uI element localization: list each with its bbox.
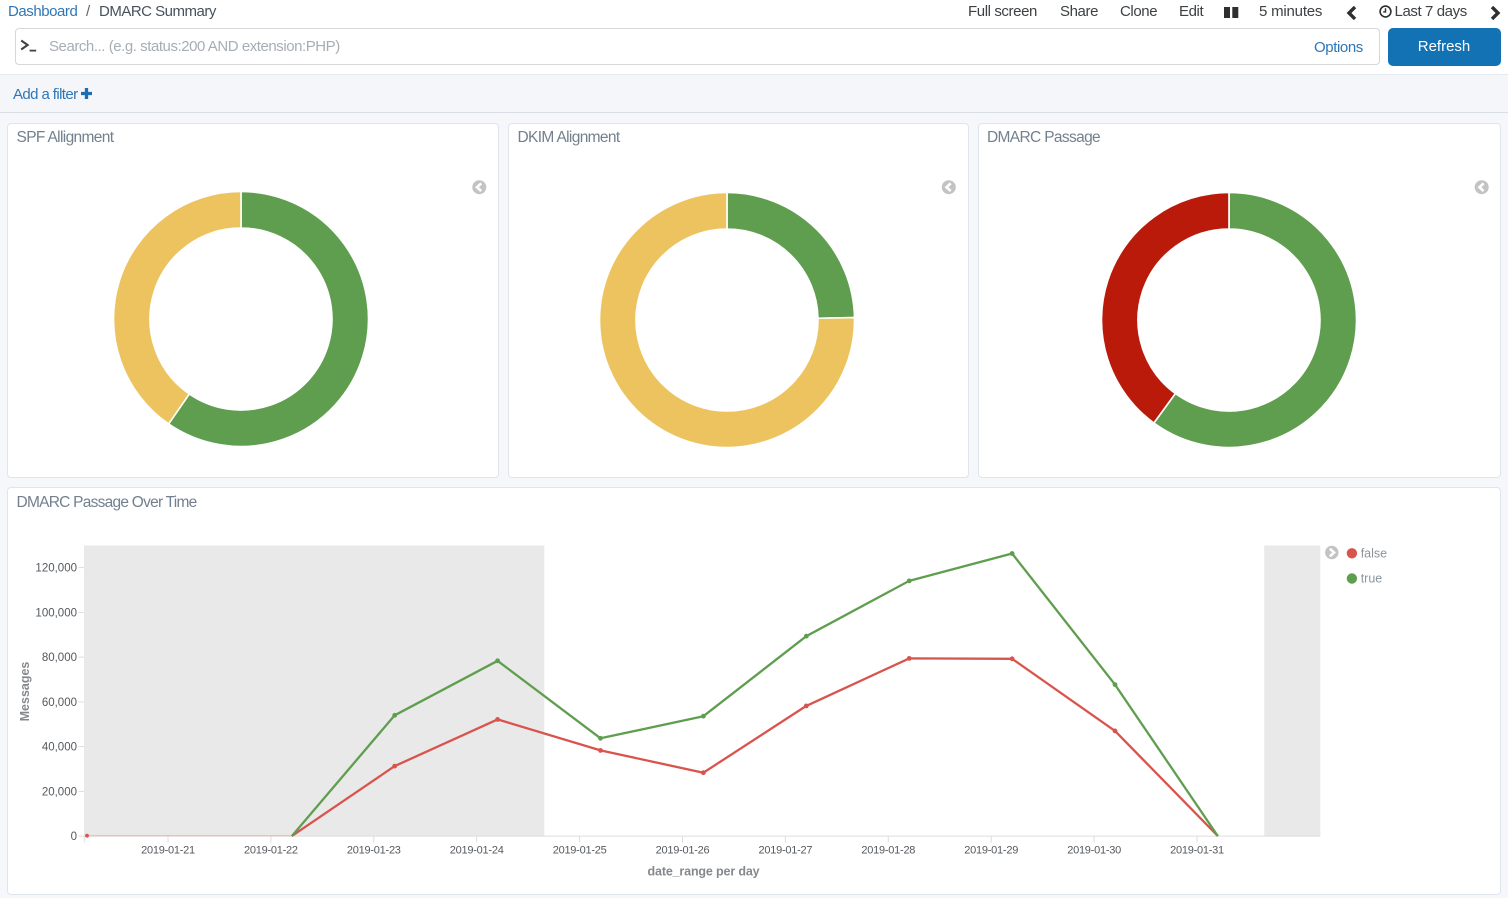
- svg-text:0: 0: [71, 831, 77, 843]
- svg-text:date_range per day: date_range per day: [648, 864, 760, 878]
- svg-text:2019-01-25: 2019-01-25: [553, 844, 607, 856]
- svg-text:20,000: 20,000: [42, 786, 77, 798]
- svg-text:2019-01-30: 2019-01-30: [1067, 844, 1121, 856]
- svg-text:2019-01-27: 2019-01-27: [759, 844, 813, 856]
- svg-text:2019-01-23: 2019-01-23: [347, 844, 401, 856]
- svg-text:60,000: 60,000: [42, 696, 77, 708]
- svg-text:2019-01-31: 2019-01-31: [1170, 844, 1224, 856]
- svg-text:2019-01-28: 2019-01-28: [861, 844, 915, 856]
- svg-text:false: false: [1361, 546, 1387, 560]
- svg-text:40,000: 40,000: [42, 741, 77, 753]
- svg-text:Messages: Messages: [18, 661, 32, 721]
- svg-text:2019-01-22: 2019-01-22: [244, 844, 298, 856]
- svg-text:2019-01-24: 2019-01-24: [450, 844, 504, 856]
- svg-text:2019-01-21: 2019-01-21: [141, 844, 195, 856]
- svg-text:true: true: [1361, 571, 1383, 585]
- svg-text:100,000: 100,000: [35, 607, 77, 619]
- svg-text:2019-01-26: 2019-01-26: [656, 844, 710, 856]
- svg-text:2019-01-29: 2019-01-29: [964, 844, 1018, 856]
- svg-text:80,000: 80,000: [42, 652, 77, 664]
- svg-text:120,000: 120,000: [35, 562, 77, 574]
